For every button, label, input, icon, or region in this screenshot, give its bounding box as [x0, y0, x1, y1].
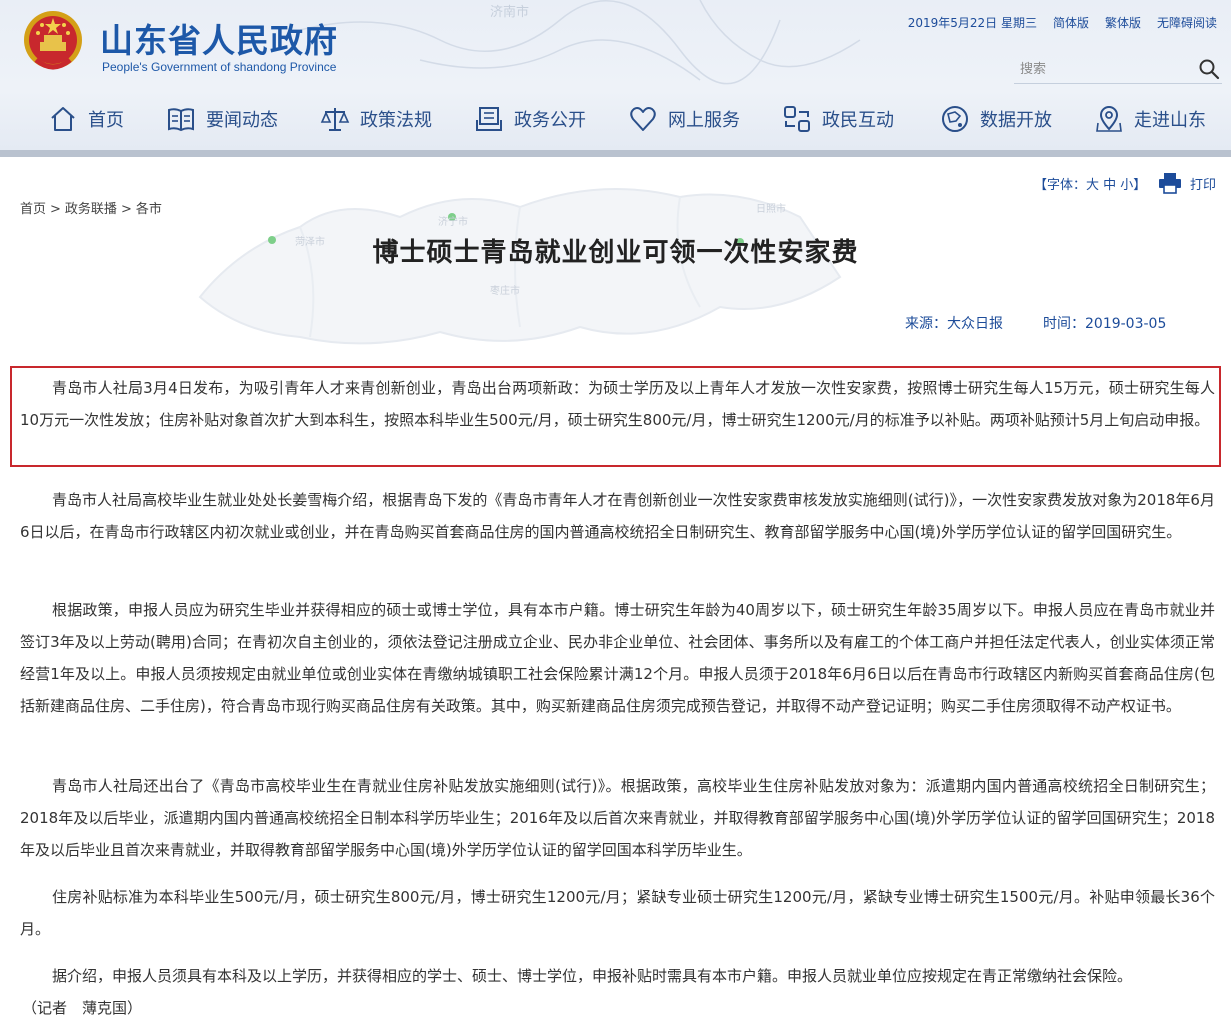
nav-item-interaction[interactable]: 政民互动 — [782, 98, 894, 140]
current-date: 2019年5月22日 星期三 — [907, 16, 1037, 30]
breadcrumb-separator: > — [120, 202, 132, 217]
header-map-label: 济南市 — [490, 4, 529, 20]
search-box — [1014, 54, 1222, 84]
article-meta: 来源：大众日报 时间：2019-03-05 — [905, 313, 1166, 333]
nav-label-policy: 政策法规 — [360, 110, 432, 131]
map-label-jining: 济宁市 — [438, 215, 468, 228]
interaction-icon — [784, 106, 810, 132]
breadcrumb-cities[interactable]: 各市 — [136, 202, 162, 217]
scales-icon — [320, 108, 350, 131]
breadcrumb-separator: > — [50, 202, 61, 217]
open-affairs-icon — [476, 107, 502, 131]
location-icon — [1096, 106, 1122, 132]
simplified-link[interactable]: 简体版 — [1053, 14, 1089, 31]
national-emblem-icon[interactable] — [22, 8, 84, 74]
print-label: 打印 — [1190, 177, 1217, 193]
nav-item-news[interactable]: 要闻动态 — [166, 98, 278, 140]
accessibility-link[interactable]: 无障碍阅读 — [1157, 14, 1217, 31]
article-paragraph: 根据政策，申报人员应为研究生毕业并获得相应的硕士或博士学位，具有本市户籍。博士研… — [20, 601, 1215, 715]
nav-item-affairs[interactable]: 政务公开 — [474, 98, 586, 140]
traditional-link[interactable]: 繁体版 — [1105, 14, 1141, 31]
printer-icon — [1159, 173, 1181, 194]
nav-label-data: 数据开放 — [980, 110, 1052, 131]
site-subtitle: People's Government of shandong Province — [102, 60, 337, 74]
nav-label-interaction: 政民互动 — [822, 110, 894, 131]
search-input[interactable] — [1020, 58, 1190, 80]
article-paragraph: 青岛市人社局高校毕业生就业处处长姜雪梅介绍，根据青岛下发的《青岛市青年人才在青创… — [20, 491, 1215, 541]
home-icon — [51, 107, 75, 131]
map-label-zaozhuang: 枣庄市 — [490, 284, 520, 297]
search-icon[interactable] — [1198, 58, 1220, 80]
nav-item-home[interactable]: 首页 — [48, 98, 124, 140]
globe-icon — [942, 106, 968, 132]
top-links: 2019年5月22日 星期三 简体版 繁体版 无障碍阅读 — [908, 14, 1217, 31]
breadcrumb-home[interactable]: 首页 — [20, 202, 46, 217]
nav-item-data[interactable]: 数据开放 — [940, 98, 1052, 140]
article-source: 来源：大众日报 — [905, 316, 1003, 332]
font-size-tools[interactable]: 【字体：大 中 小】 — [1034, 174, 1146, 193]
breadcrumb: 首页 > 政务联播 > 各市 — [20, 198, 162, 217]
article-title: 博士硕士青岛就业创业可领一次性安家费 — [372, 238, 859, 268]
article-reporter: （记者 薄克国） — [22, 999, 143, 1017]
nav-label-shandong: 走进山东 — [1134, 110, 1206, 131]
article-paragraph: 据介绍，申报人员须具有本科及以上学历，并获得相应的学士、硕士、博士学位，申报补贴… — [52, 967, 1133, 985]
news-icon — [168, 108, 194, 132]
header-divider — [0, 150, 1231, 157]
nav-item-service[interactable]: 网上服务 — [628, 98, 740, 140]
article-time: 时间：2019-03-05 — [1043, 316, 1167, 332]
article-paragraph: 住房补贴标准为本科毕业生500元/月，硕士研究生800元/月，博士研究生1200… — [20, 888, 1215, 938]
site-header: 济南市 山东省人民政府 People's Government of shand… — [0, 0, 1231, 150]
map-label-rizhao: 日照市 — [756, 202, 786, 215]
article-paragraph: 青岛市人社局3月4日发布，为吸引青年人才来青创新创业，青岛出台两项新政：为硕士学… — [20, 379, 1215, 429]
print-button[interactable]: 打印 — [1158, 172, 1216, 194]
nav-label-affairs: 政务公开 — [514, 110, 586, 131]
nav-label-home: 首页 — [88, 110, 124, 131]
nav-label-service: 网上服务 — [668, 110, 740, 131]
nav-label-news: 要闻动态 — [206, 110, 278, 131]
nav-item-shandong[interactable]: 走进山东 — [1094, 98, 1206, 140]
heart-icon — [630, 107, 656, 131]
article-paragraph: 青岛市人社局还出台了《青岛市高校毕业生在青就业住房补贴发放实施细则(试行)》。根… — [20, 777, 1215, 859]
main-nav: 首页 要闻动态 政策法规 政务公开 网上服务 政民互动 数据开放 走进山东 — [0, 98, 1231, 140]
nav-item-policy[interactable]: 政策法规 — [320, 98, 432, 140]
site-title[interactable]: 山东省人民政府 — [100, 14, 338, 62]
breadcrumb-news[interactable]: 政务联播 — [65, 202, 117, 217]
